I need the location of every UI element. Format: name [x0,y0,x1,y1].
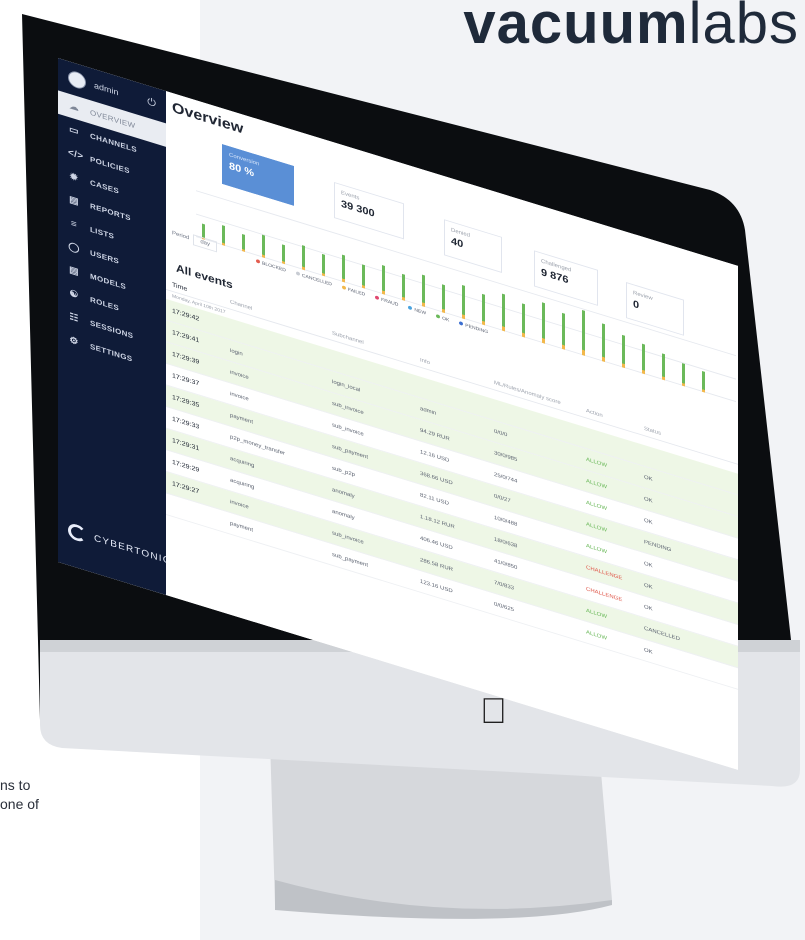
chart-bar [362,264,365,289]
roles-icon: ☯ [69,287,79,301]
chart-bar [262,234,265,259]
legend-dot-icon [408,305,413,311]
sidebar: admin ⏻ ☁ OVERVIEW ▭ CHANNELS </> POLICIES … [58,58,179,596]
chart-bar [642,343,645,375]
chart-bar [322,253,325,277]
chart-bar [282,244,285,265]
document-icon: ▤ [69,194,79,208]
cloud-icon: ☁ [68,100,80,114]
sidebar-item-label: USERS [90,248,120,266]
legend-label: NEW [414,307,427,317]
chart-bar [502,293,505,332]
sidebar-item-label: MODELS [90,271,127,291]
cell-status [638,454,684,468]
kpi-conversion[interactable]: Conversion 80 % [222,144,294,206]
chart-bar [382,264,385,295]
cybertonica-logo: CYBERTONICA [68,521,179,572]
chart-bar [602,322,605,363]
chart-bar [482,293,485,326]
chart-bar [222,224,225,246]
sidebar-item-label: ROLES [90,295,120,313]
chart-bar [542,302,545,344]
bug-icon: ✹ [69,170,79,184]
legend-dot-icon [375,295,380,301]
legend-item[interactable]: NEW [408,305,427,317]
window-icon: ▭ [69,123,79,137]
chart-bar [522,303,525,338]
chart-bar [462,284,465,320]
gear-icon: ⚙ [69,334,79,348]
cybertonica-mark-icon [68,521,86,544]
sidebar-item-label: LISTS [90,224,115,241]
legend-dot-icon [256,258,260,264]
chart-bar [422,274,425,308]
chart-bar [442,284,445,314]
legend-dot-icon [295,271,300,276]
code-icon: </> [68,147,84,162]
chart-bar [562,312,565,350]
legend-dot-icon [436,313,441,319]
user-name: admin [94,80,119,98]
legend-dot-icon [459,321,464,326]
chart-bar [302,244,305,271]
chart-bar [242,233,245,252]
power-icon[interactable]: ⏻ [147,96,156,110]
legend-dot-icon [341,285,346,291]
kpi-denied[interactable]: Denied 40 [444,219,502,273]
model-icon: ▤ [69,264,79,278]
list-icon: ≡ [70,218,78,230]
user-icon: ◯ [68,240,80,255]
chart-bar [582,310,585,356]
chart-bar [702,370,705,393]
chart-bar [662,353,665,381]
chart-bar [402,273,405,301]
period-label: Period [172,230,190,242]
legend-label: FAILED [347,287,366,298]
sidebar-item-label: CASES [90,178,120,196]
legend-label: FRAUD [381,297,399,308]
kpi-events[interactable]: Events 39 300 [334,181,404,240]
legend-item[interactable]: OK [436,313,450,324]
sidebar-item-label: SETTINGS [90,341,133,363]
chart-bar [342,254,345,283]
sessions-icon: ☷ [69,311,79,324]
avatar [68,69,86,91]
chart-bar [682,363,685,387]
legend-label: OK [442,315,450,324]
chart-bar [622,334,625,369]
